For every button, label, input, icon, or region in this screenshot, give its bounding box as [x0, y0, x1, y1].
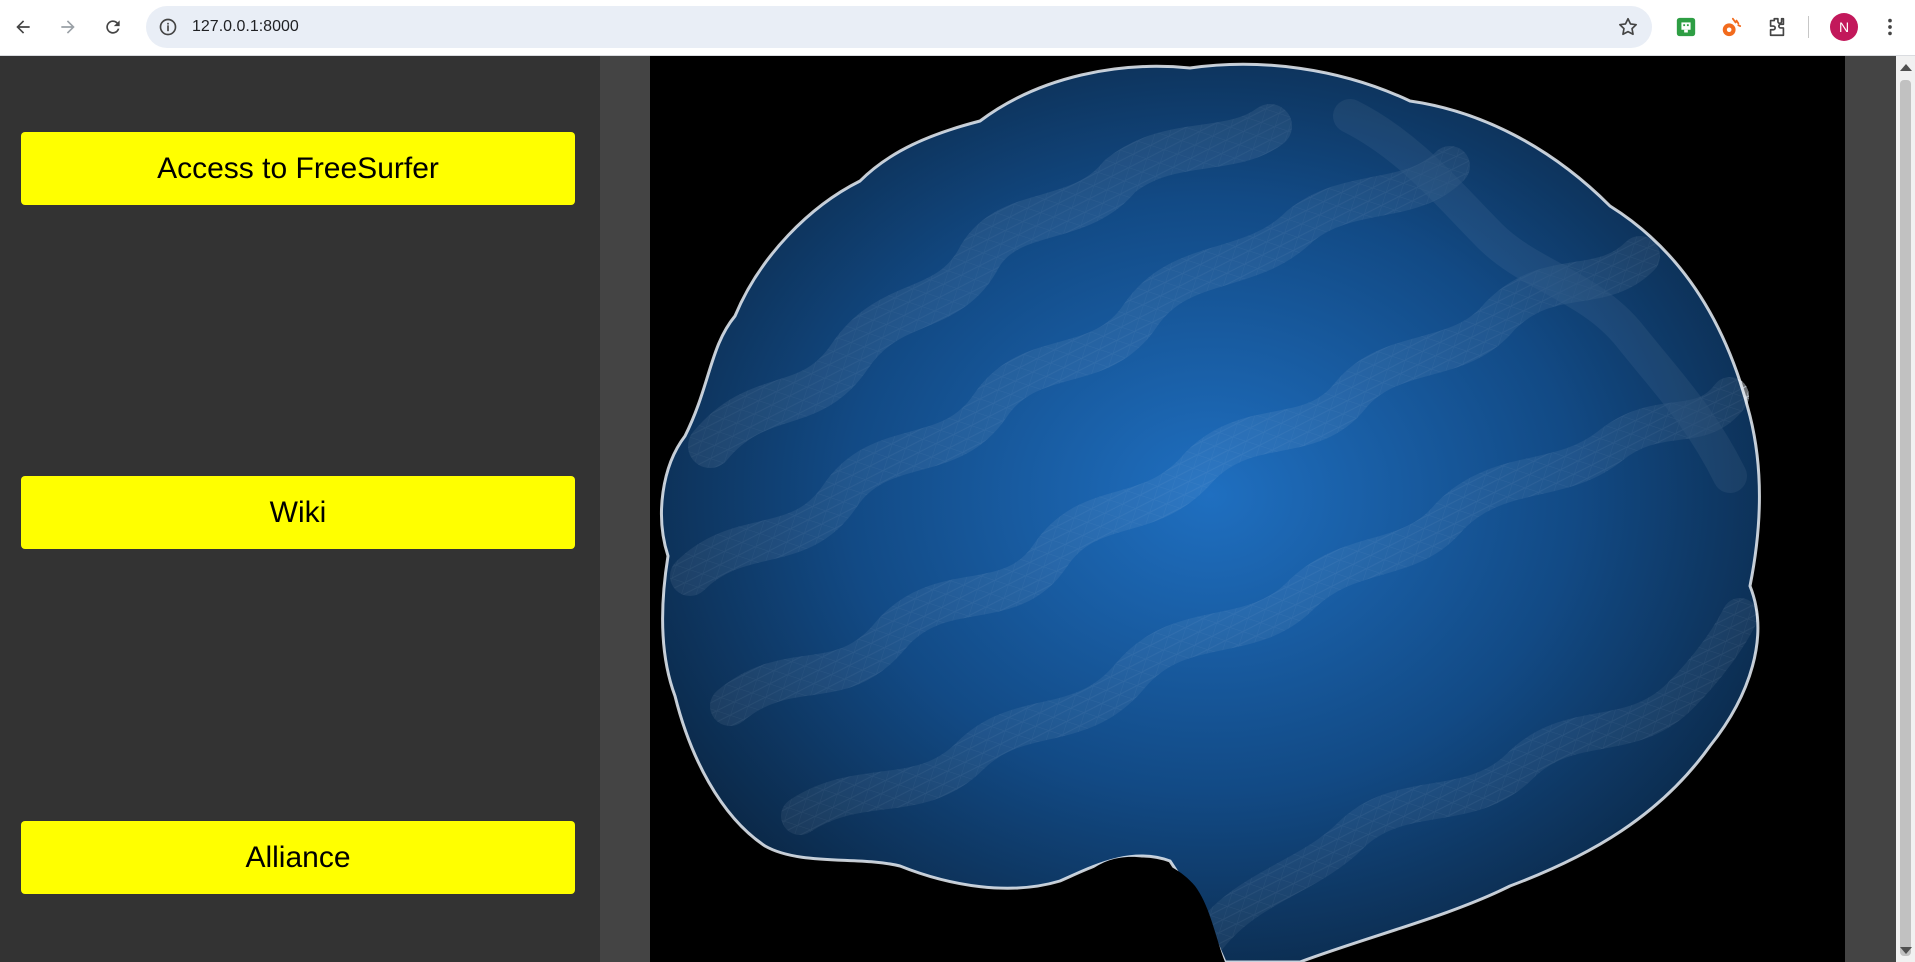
vertical-scrollbar[interactable]: [1896, 56, 1915, 962]
arrow-left-icon: [16, 20, 30, 34]
info-icon[interactable]: [156, 15, 180, 39]
toolbar-divider: [1808, 16, 1809, 38]
reload-button[interactable]: [96, 10, 130, 44]
url-text[interactable]: 127.0.0.1:8000: [192, 6, 299, 48]
back-button[interactable]: [6, 10, 40, 44]
page-content: Access to FreeSurfer Wiki Alliance: [0, 56, 1896, 962]
forward-button[interactable]: [51, 10, 85, 44]
freesurfer-access-button[interactable]: Access to FreeSurfer: [21, 132, 575, 205]
wiki-button[interactable]: Wiki: [21, 476, 575, 549]
puzzle-icon[interactable]: [1764, 14, 1790, 40]
green-extension-icon[interactable]: [1673, 14, 1699, 40]
profile-avatar[interactable]: N: [1830, 13, 1858, 41]
sidebar: Access to FreeSurfer Wiki Alliance: [0, 56, 600, 962]
star-icon[interactable]: [1616, 15, 1640, 39]
kebab-menu-icon[interactable]: [1878, 14, 1902, 40]
orange-extension-icon[interactable]: [1718, 14, 1744, 40]
alliance-button[interactable]: Alliance: [21, 821, 575, 894]
address-bar[interactable]: 127.0.0.1:8000: [146, 6, 1652, 48]
scroll-up-arrow-icon[interactable]: [1900, 64, 1912, 71]
reload-icon: [106, 20, 120, 34]
scrollbar-thumb[interactable]: [1900, 80, 1911, 956]
wireframe-brain-image: [650, 56, 1845, 962]
browser-toolbar: 127.0.0.1:8000 N: [0, 0, 1915, 56]
arrow-right-icon: [61, 20, 75, 34]
scroll-down-arrow-icon[interactable]: [1900, 947, 1912, 954]
